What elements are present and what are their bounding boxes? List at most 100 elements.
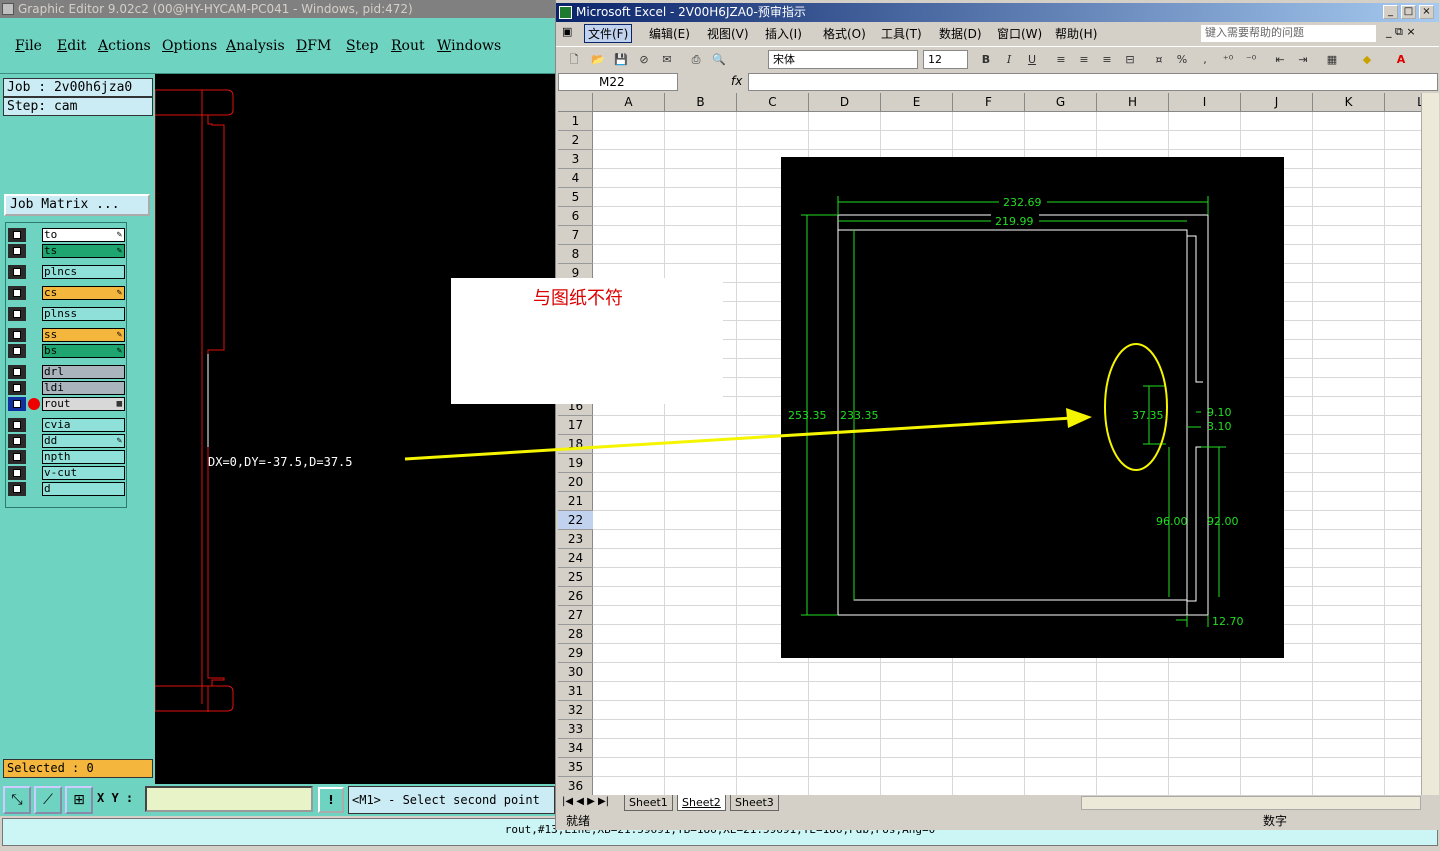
- open-icon[interactable]: 📂: [590, 52, 606, 68]
- xy-input[interactable]: [145, 786, 313, 812]
- layer-name[interactable]: drl: [42, 365, 125, 379]
- merge-icon[interactable]: ⊟: [1122, 52, 1138, 68]
- xl-menu-insert[interactable]: 插入(I): [765, 25, 802, 42]
- italic-icon[interactable]: I: [1001, 52, 1017, 68]
- decrease-decimal-icon[interactable]: ⁻⁰: [1243, 52, 1259, 68]
- layer-checkbox[interactable]: [8, 344, 26, 358]
- row-header[interactable]: 20: [558, 473, 593, 492]
- xl-menu-tools[interactable]: 工具(T): [881, 25, 922, 42]
- row-header[interactable]: 22: [558, 511, 593, 530]
- layer-row-d[interactable]: d: [8, 482, 126, 496]
- measure-button[interactable]: ⟋: [34, 786, 62, 814]
- layer-row-ss[interactable]: ss ✎: [8, 328, 126, 342]
- row-header[interactable]: 5: [558, 188, 593, 207]
- xl-menu-edit[interactable]: 编辑(E): [649, 25, 690, 42]
- align-left-icon[interactable]: ≡: [1053, 52, 1069, 68]
- row-header[interactable]: 18: [558, 435, 593, 454]
- row-header[interactable]: 1: [558, 112, 593, 131]
- percent-icon[interactable]: %: [1174, 52, 1190, 68]
- column-header[interactable]: G: [1025, 93, 1097, 112]
- preview-icon[interactable]: 🔍: [711, 52, 727, 68]
- column-header[interactable]: K: [1313, 93, 1385, 112]
- layer-checkbox[interactable]: [8, 418, 26, 432]
- horizontal-scrollbar[interactable]: [1081, 796, 1421, 810]
- layer-checkbox[interactable]: [8, 307, 26, 321]
- menu-rout[interactable]: Rout: [391, 38, 425, 54]
- borders-icon[interactable]: ▦: [1324, 52, 1340, 68]
- fill-color-icon[interactable]: ◆: [1359, 52, 1375, 68]
- layer-checkbox[interactable]: [8, 286, 26, 300]
- layer-row-plncs[interactable]: plncs: [8, 265, 126, 279]
- menu-actions[interactable]: Actions: [98, 38, 151, 54]
- save-icon[interactable]: 💾: [613, 52, 629, 68]
- row-header[interactable]: 2: [558, 131, 593, 150]
- minimize-button[interactable]: _: [1383, 5, 1398, 19]
- layer-row-plnss[interactable]: plnss: [8, 307, 126, 321]
- column-header[interactable]: F: [953, 93, 1025, 112]
- permission-icon[interactable]: ⊘: [636, 52, 652, 68]
- job-matrix-button[interactable]: Job Matrix ...: [4, 194, 150, 216]
- row-header[interactable]: 34: [558, 739, 593, 758]
- exclaim-button[interactable]: !: [318, 787, 344, 813]
- layer-name[interactable]: cvia: [42, 418, 125, 432]
- row-header[interactable]: 33: [558, 720, 593, 739]
- xl-menu-window[interactable]: 窗口(W): [997, 25, 1042, 42]
- layer-name[interactable]: ss ✎: [42, 328, 125, 342]
- layer-name[interactable]: plnss: [42, 307, 125, 321]
- layer-name[interactable]: rout ▦: [42, 397, 125, 411]
- layer-row-ts[interactable]: ts ✎: [8, 244, 126, 258]
- font-name-select[interactable]: 宋体: [768, 50, 918, 69]
- select-all-corner[interactable]: [558, 93, 593, 112]
- layer-checkbox[interactable]: [8, 482, 26, 496]
- row-header[interactable]: 6: [558, 207, 593, 226]
- xl-menu-data[interactable]: 数据(D): [939, 25, 982, 42]
- sheet-nav-icons[interactable]: |◀ ◀ ▶ ▶|: [562, 796, 609, 807]
- fx-icon[interactable]: fx: [731, 74, 742, 88]
- layer-name[interactable]: ts ✎: [42, 244, 125, 258]
- grid-button[interactable]: ⊞: [65, 786, 93, 814]
- font-color-icon[interactable]: A: [1393, 52, 1409, 68]
- row-header[interactable]: 35: [558, 758, 593, 777]
- align-right-icon[interactable]: ≡: [1099, 52, 1115, 68]
- formula-input[interactable]: [748, 73, 1438, 91]
- layer-checkbox[interactable]: [8, 228, 26, 242]
- row-header[interactable]: 17: [558, 416, 593, 435]
- dimension-drawing[interactable]: 232.69 219.99 253.35 233.35 37.35 9.10 3…: [781, 157, 1284, 658]
- layer-checkbox[interactable]: [8, 397, 26, 411]
- tab-sheet3[interactable]: Sheet3: [730, 795, 779, 811]
- menu-edit[interactable]: Edit: [57, 38, 86, 54]
- column-header[interactable]: A: [593, 93, 665, 112]
- increase-decimal-icon[interactable]: ⁺⁰: [1220, 52, 1236, 68]
- row-header[interactable]: 19: [558, 454, 593, 473]
- xl-menu-file[interactable]: 文件(F): [584, 24, 633, 43]
- doc-minimize-icon[interactable]: _ ⧉ ×: [1386, 25, 1416, 39]
- menu-step[interactable]: Step: [346, 38, 378, 54]
- column-header[interactable]: B: [665, 93, 737, 112]
- row-header[interactable]: 28: [558, 625, 593, 644]
- column-header[interactable]: H: [1097, 93, 1169, 112]
- layer-checkbox[interactable]: [8, 328, 26, 342]
- layer-name[interactable]: ldi: [42, 381, 125, 395]
- layer-row-cvia[interactable]: cvia: [8, 418, 126, 432]
- row-header[interactable]: 36: [558, 777, 593, 795]
- column-header[interactable]: C: [737, 93, 809, 112]
- outdent-icon[interactable]: ⇤: [1272, 52, 1288, 68]
- column-header[interactable]: I: [1169, 93, 1241, 112]
- bold-icon[interactable]: B: [978, 52, 994, 68]
- layer-row-v-cut[interactable]: v-cut: [8, 466, 126, 480]
- indent-icon[interactable]: ⇥: [1295, 52, 1311, 68]
- menu-windows[interactable]: Windows: [437, 38, 501, 54]
- row-header[interactable]: 23: [558, 530, 593, 549]
- layer-checkbox[interactable]: [8, 365, 26, 379]
- layer-checkbox[interactable]: [8, 450, 26, 464]
- name-box[interactable]: M22: [558, 73, 678, 91]
- row-header[interactable]: 24: [558, 549, 593, 568]
- row-header[interactable]: 32: [558, 701, 593, 720]
- row-header[interactable]: 26: [558, 587, 593, 606]
- layer-name[interactable]: v-cut: [42, 466, 125, 480]
- row-header[interactable]: 25: [558, 568, 593, 587]
- layer-name[interactable]: dd ✎: [42, 434, 125, 448]
- menu-dfm[interactable]: DFM: [296, 38, 331, 54]
- row-header[interactable]: 7: [558, 226, 593, 245]
- layer-name[interactable]: bs ✎: [42, 344, 125, 358]
